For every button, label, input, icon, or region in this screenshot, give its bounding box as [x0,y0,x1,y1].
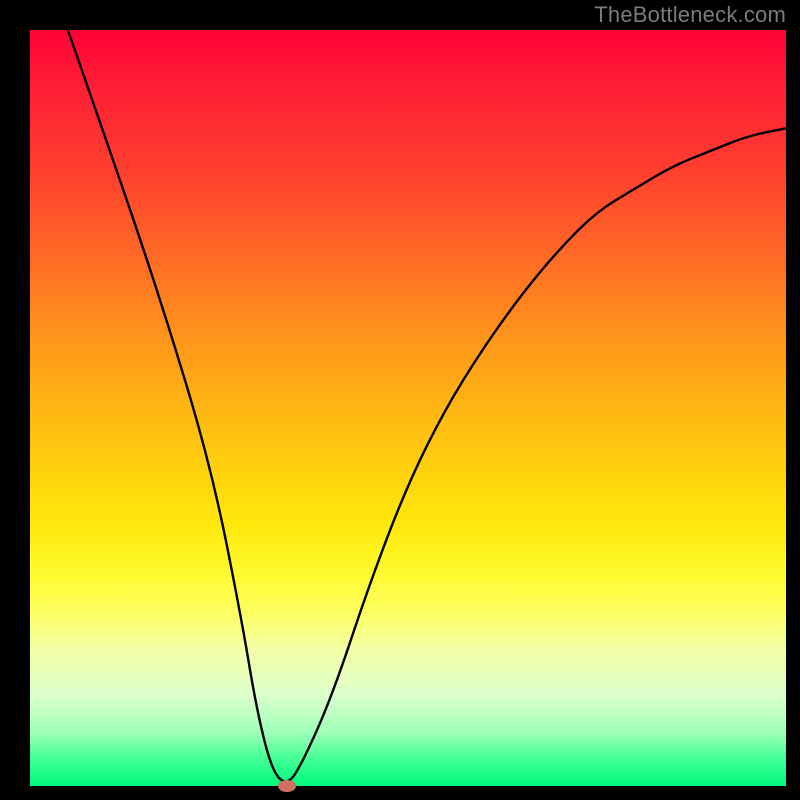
plot-gradient-area [30,30,786,786]
chart-frame: TheBottleneck.com [0,0,800,800]
watermark-text: TheBottleneck.com [594,2,786,28]
minimum-marker [278,780,296,792]
curve-layer [30,30,786,786]
bottleneck-curve [68,30,786,781]
